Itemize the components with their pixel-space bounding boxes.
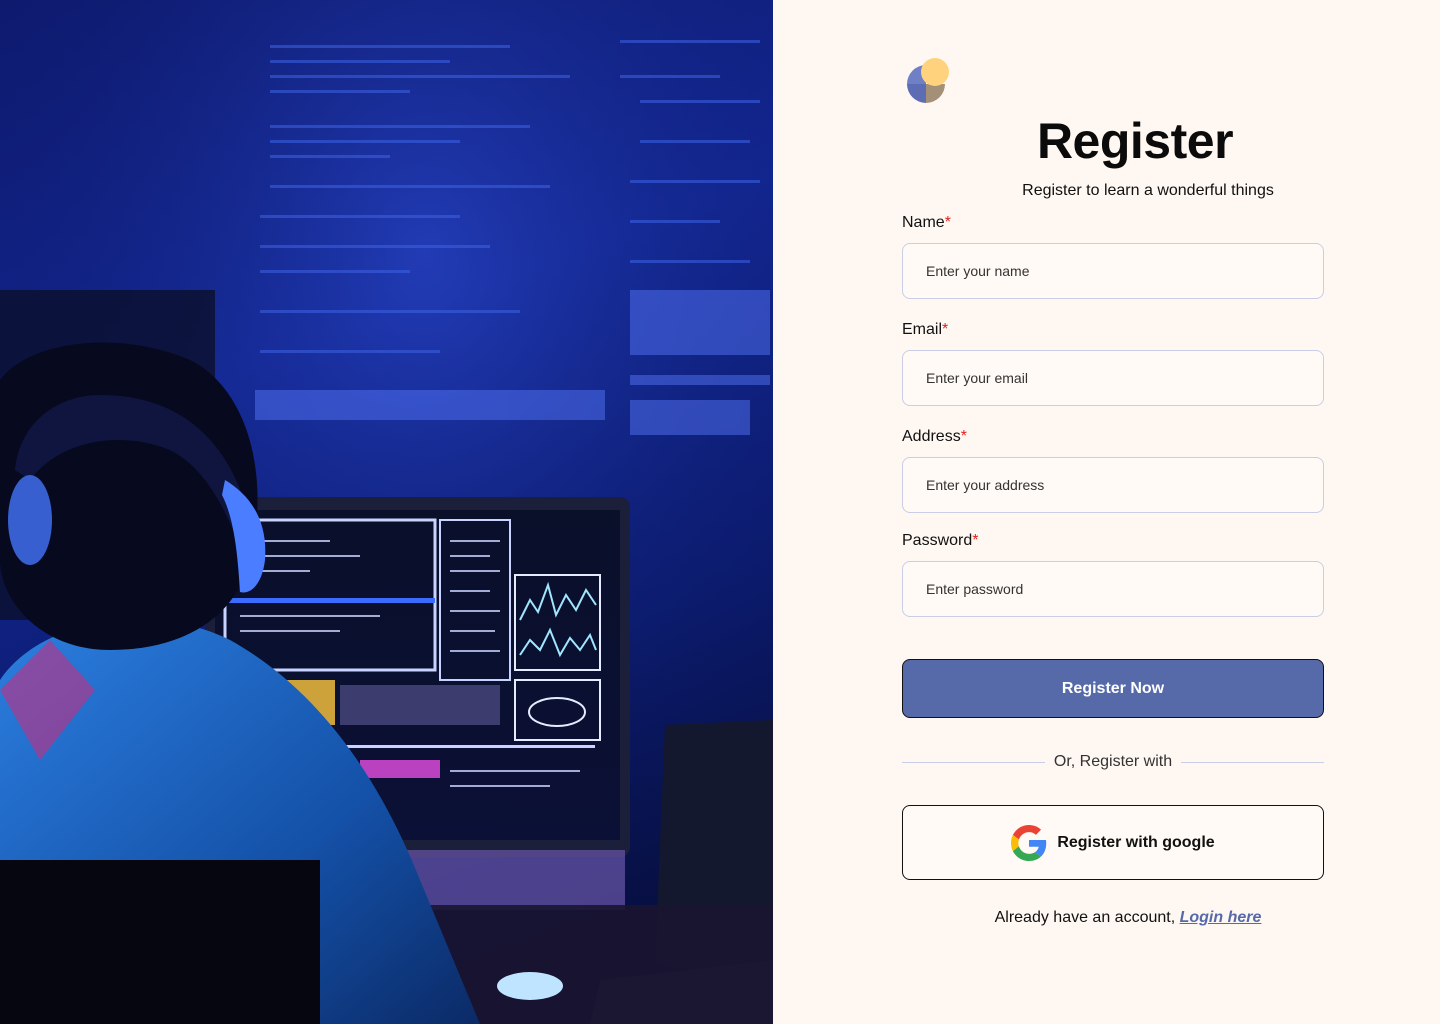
- login-prompt: Already have an account, Login here: [902, 909, 1354, 927]
- divider-line: [1181, 761, 1325, 763]
- email-label: Email*: [902, 321, 949, 338]
- name-input[interactable]: [902, 243, 1324, 299]
- password-input[interactable]: [902, 561, 1324, 617]
- password-label: Password*: [902, 532, 979, 549]
- name-label: Name*: [902, 214, 951, 231]
- register-panel: Register Register to learn a wonderful t…: [773, 0, 1440, 1024]
- or-divider: Or, Register with: [902, 750, 1325, 774]
- page-subtitle: Register to learn a wonderful things: [1022, 182, 1274, 199]
- email-input[interactable]: [902, 350, 1324, 406]
- developer-photo-illustration: [0, 0, 773, 1024]
- divider-line: [902, 761, 1045, 763]
- google-button-label: Register with google: [1057, 833, 1215, 851]
- address-input[interactable]: [902, 457, 1324, 513]
- required-marker: *: [942, 321, 949, 338]
- app-logo-icon: [907, 58, 949, 103]
- register-now-button[interactable]: Register Now: [902, 659, 1324, 718]
- login-prompt-text: Already have an account,: [994, 909, 1180, 926]
- required-marker: *: [960, 428, 967, 445]
- required-marker: *: [972, 532, 979, 549]
- address-label: Address*: [902, 428, 967, 445]
- google-icon: [1011, 824, 1047, 861]
- login-here-link[interactable]: Login here: [1180, 909, 1262, 926]
- divider-text: Or, Register with: [1053, 753, 1173, 770]
- hero-image: [0, 0, 773, 1024]
- required-marker: *: [944, 214, 951, 231]
- page-title: Register: [1036, 113, 1234, 169]
- register-with-google-button[interactable]: Register with google: [902, 805, 1324, 880]
